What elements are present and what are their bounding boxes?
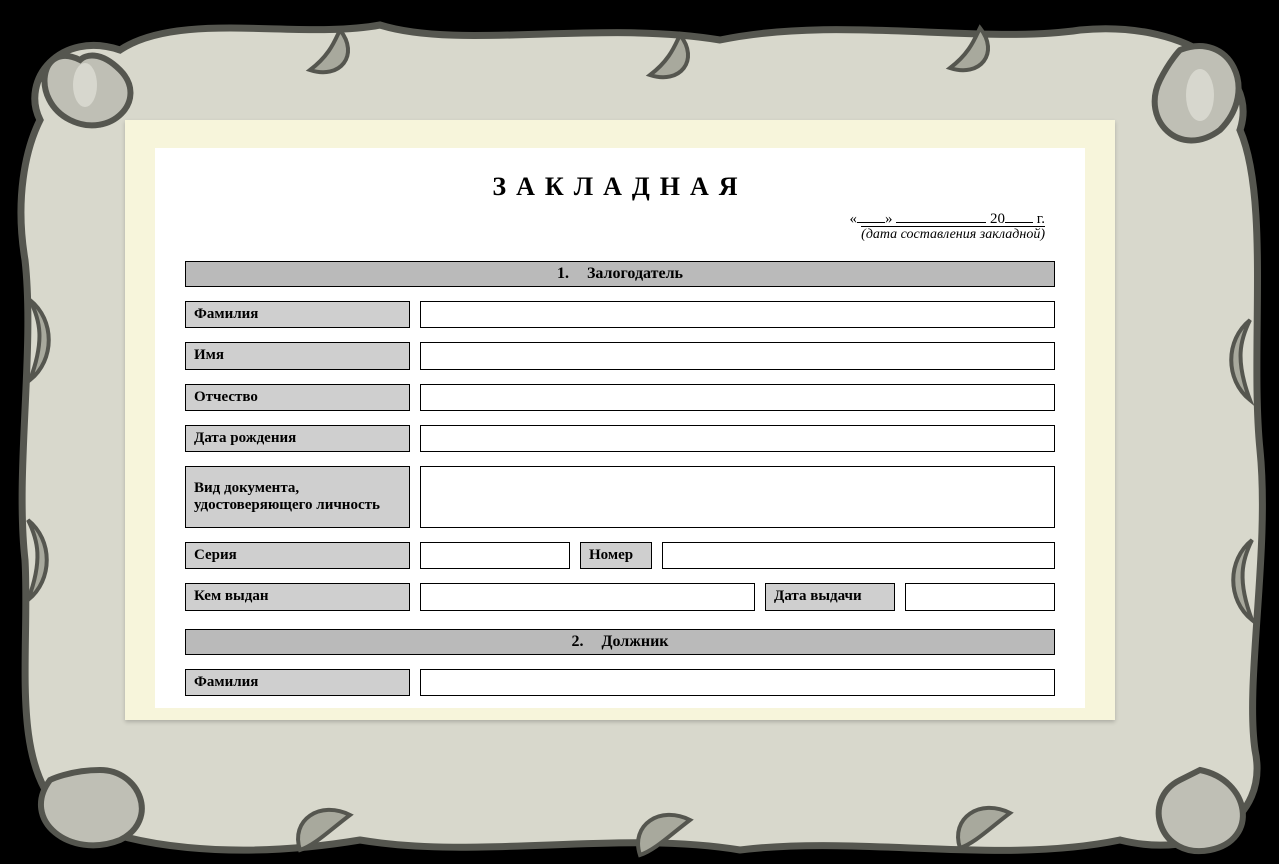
input-series[interactable] bbox=[420, 542, 570, 569]
document-title: ЗАКЛАДНАЯ bbox=[185, 172, 1055, 202]
date-year-blank[interactable] bbox=[1005, 208, 1033, 223]
label-number: Номер bbox=[580, 542, 652, 569]
label-patronymic: Отчество bbox=[185, 384, 410, 411]
input-surname[interactable] bbox=[420, 301, 1055, 328]
date-year-suffix: г. bbox=[1037, 211, 1045, 227]
row-name: Имя bbox=[185, 342, 1055, 369]
input-debtor-surname[interactable] bbox=[420, 669, 1055, 696]
row-birthdate: Дата рождения bbox=[185, 425, 1055, 452]
row-debtor-surname: Фамилия bbox=[185, 669, 1055, 696]
row-doc-type: Вид документа, удостоверяющего личность bbox=[185, 466, 1055, 528]
section-1-title: Залогодатель bbox=[587, 265, 683, 282]
row-series-number: Серия Номер bbox=[185, 542, 1055, 569]
section-pledgor-header: 1. Залогодатель bbox=[185, 261, 1055, 287]
section-1-number: 1. bbox=[557, 265, 569, 282]
label-issued-by: Кем выдан bbox=[185, 583, 410, 610]
input-issue-date[interactable] bbox=[905, 583, 1055, 610]
label-birthdate: Дата рождения bbox=[185, 425, 410, 452]
label-debtor-surname: Фамилия bbox=[185, 669, 410, 696]
input-number[interactable] bbox=[662, 542, 1055, 569]
date-line: « » 20 г. bbox=[185, 208, 1045, 228]
input-birthdate[interactable] bbox=[420, 425, 1055, 452]
row-issued: Кем выдан Дата выдачи bbox=[185, 583, 1055, 610]
label-surname: Фамилия bbox=[185, 301, 410, 328]
date-quote-open: « bbox=[850, 211, 858, 227]
document-page: ЗАКЛАДНАЯ « » 20 г. (дата составления зак… bbox=[155, 148, 1085, 708]
date-century: 20 bbox=[990, 211, 1005, 227]
label-issue-date: Дата выдачи bbox=[765, 583, 895, 610]
input-name[interactable] bbox=[420, 342, 1055, 369]
date-caption: (дата составления закладной) bbox=[861, 226, 1045, 243]
row-patronymic: Отчество bbox=[185, 384, 1055, 411]
label-name: Имя bbox=[185, 342, 410, 369]
label-doc-type: Вид документа, удостоверяющего личность bbox=[185, 466, 410, 528]
date-day-blank[interactable] bbox=[857, 208, 885, 223]
row-surname: Фамилия bbox=[185, 301, 1055, 328]
date-month-blank[interactable] bbox=[896, 208, 986, 223]
label-series: Серия bbox=[185, 542, 410, 569]
section-2-number: 2. bbox=[571, 633, 583, 650]
input-issued-by[interactable] bbox=[420, 583, 755, 610]
date-block: « » 20 г. (дата составления закладной) bbox=[185, 208, 1055, 243]
input-doc-type[interactable] bbox=[420, 466, 1055, 528]
section-2-title: Должник bbox=[601, 633, 668, 650]
section-debtor-header: 2. Должник bbox=[185, 629, 1055, 655]
date-quote-close: » bbox=[885, 211, 893, 227]
input-patronymic[interactable] bbox=[420, 384, 1055, 411]
